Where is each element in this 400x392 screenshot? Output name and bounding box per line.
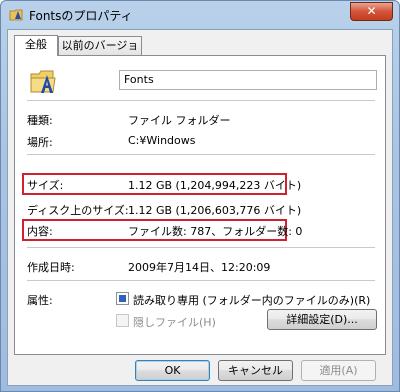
tab-previous-versions[interactable]: 以前のバージョン (58, 36, 142, 69)
hidden-checkbox[interactable] (116, 314, 129, 327)
fonts-folder-icon (30, 70, 56, 93)
contents-label: 内容: (27, 225, 53, 238)
location-label: 場所: (27, 136, 53, 149)
size-label: サイズ: (27, 179, 64, 192)
size-on-disk-value: 1.12 GB (1,206,603,776 バイト) (128, 204, 302, 217)
separator (27, 154, 375, 156)
contents-value: ファイル数: 787、フォルダー数: 0 (128, 225, 303, 238)
type-label: 種類: (27, 114, 53, 127)
separator (27, 247, 375, 249)
readonly-checkbox[interactable] (116, 292, 129, 305)
advanced-button[interactable]: 詳細設定(D)... (267, 309, 377, 330)
separator (27, 100, 375, 102)
size-value: 1.12 GB (1,204,994,223 バイト) (128, 179, 302, 192)
size-on-disk-label: ディスク上のサイズ: (27, 204, 129, 217)
dialog-client: 全般 以前のバージョン Fonts 種類: ファイル フォルダー 場所: C:¥… (7, 29, 393, 386)
tab-general[interactable]: 全般 (14, 35, 58, 56)
type-value: ファイル フォルダー (128, 114, 231, 127)
attributes-label: 属性: (27, 294, 53, 307)
created-label: 作成日時: (27, 261, 75, 274)
general-panel: Fonts 種類: ファイル フォルダー 場所: C:¥Windows サイズ:… (14, 55, 386, 355)
title-bar[interactable]: Fontsのプロパティ ✕ (1, 1, 399, 29)
cancel-button[interactable]: キャンセル (218, 360, 293, 381)
folder-name-input[interactable]: Fonts (119, 70, 377, 90)
separator (27, 280, 375, 282)
folder-icon (9, 9, 23, 21)
properties-window: Fontsのプロパティ ✕ 全般 以前のバージョン Fonts 種類: ファイル… (0, 0, 400, 392)
ok-button[interactable]: OK (135, 360, 210, 381)
apply-button[interactable]: 適用(A) (301, 360, 376, 381)
created-value: 2009年7月14日、12:20:09 (128, 261, 271, 274)
location-value: C:¥Windows (128, 134, 196, 147)
close-button[interactable]: ✕ (350, 2, 393, 21)
window-title: Fontsのプロパティ (29, 9, 133, 23)
hidden-checkbox-label[interactable]: 隠しファイル(H) (133, 314, 216, 330)
readonly-checkbox-label[interactable]: 読み取り専用 (フォルダー内のファイルのみ)(R) (133, 292, 370, 308)
